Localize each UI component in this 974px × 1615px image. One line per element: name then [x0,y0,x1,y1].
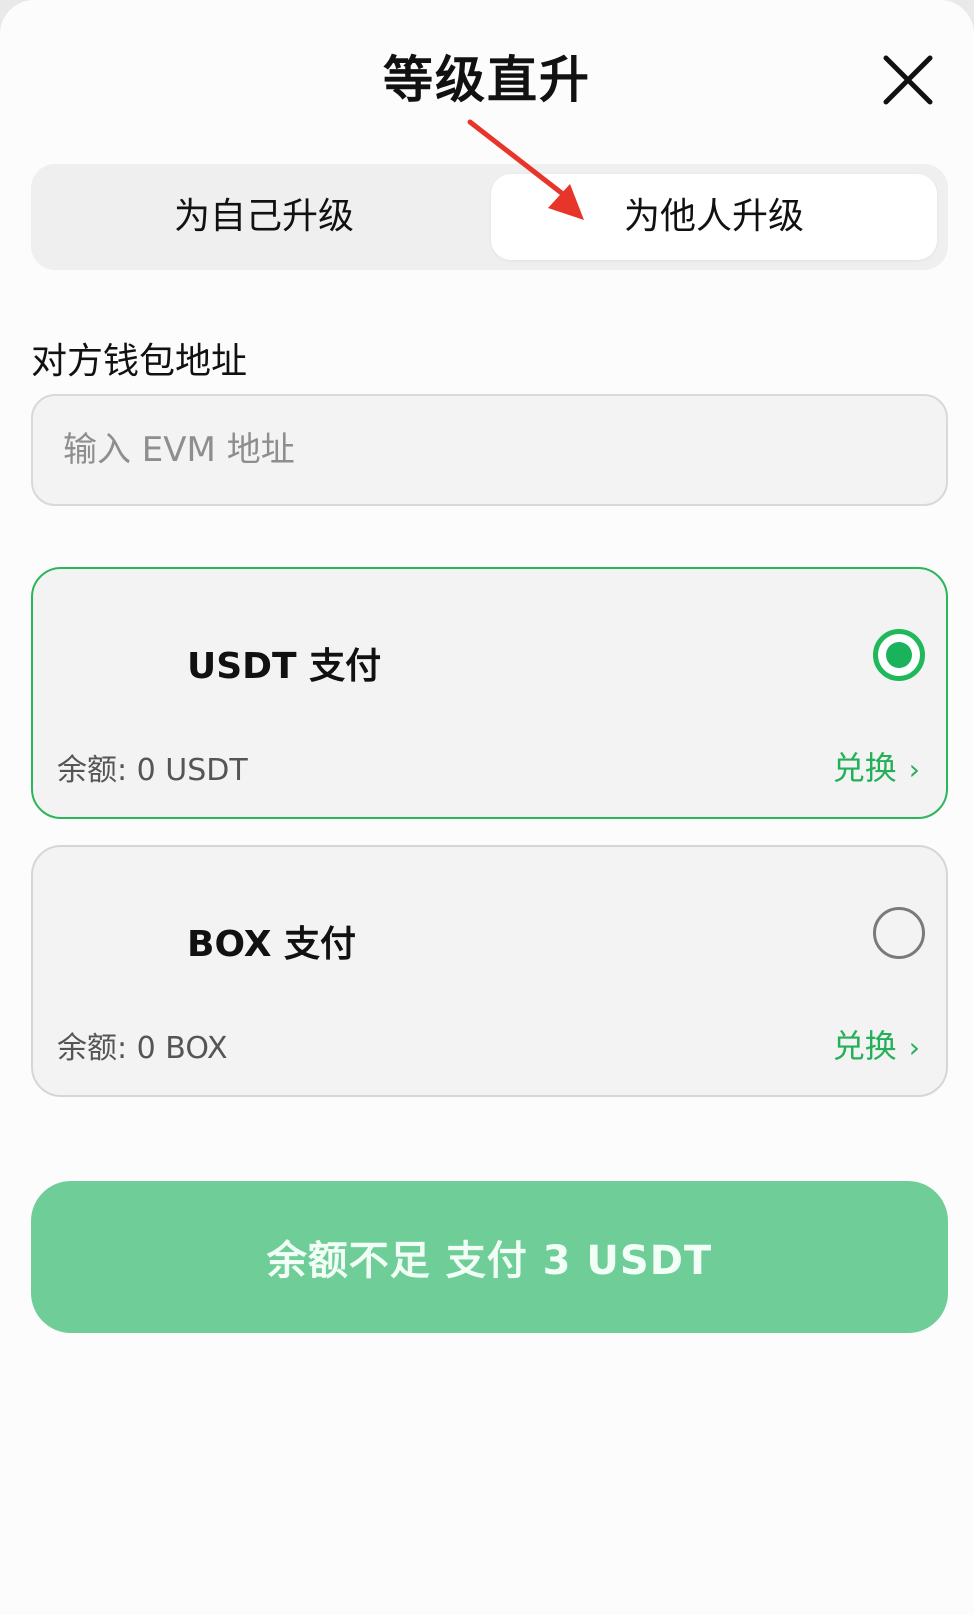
radio-unselected-icon[interactable] [873,907,925,959]
chevron-right-icon: › [908,753,920,786]
exchange-link[interactable]: 兑换 › [833,1021,920,1067]
tab-upgrade-others[interactable]: 为他人升级 [491,174,937,260]
close-icon[interactable] [878,50,938,110]
payment-option-box[interactable]: BOX 支付 余额: 0 BOX 兑换 › [31,845,948,1097]
balance-text: 余额: 0 USDT [57,753,248,788]
pay-button[interactable]: 余额不足 支付 3 USDT [31,1181,948,1333]
payment-option-usdt[interactable]: USDT 支付 余额: 0 USDT 兑换 › [31,567,948,819]
balance-text: 余额: 0 BOX [57,1031,228,1066]
exchange-label: 兑换 [832,1027,897,1065]
wallet-address-input[interactable] [31,394,948,506]
payment-option-name: BOX 支付 [187,924,357,965]
exchange-link[interactable]: 兑换 › [833,743,920,789]
page-title: 等级直升 [383,51,591,109]
tab-upgrade-self[interactable]: 为自己升级 [41,174,487,260]
chevron-right-icon: › [908,1031,920,1064]
exchange-label: 兑换 [832,749,897,787]
radio-selected-icon[interactable] [873,629,925,681]
upgrade-target-segmented-control: 为自己升级 为他人升级 [31,164,948,270]
payment-option-name: USDT 支付 [187,646,382,687]
upgrade-sheet: 等级直升 为自己升级 为他人升级 对方钱包地址 USDT 支付 余额: 0 US… [0,0,974,1615]
wallet-address-label: 对方钱包地址 [31,341,248,382]
radio-dot [886,642,912,668]
